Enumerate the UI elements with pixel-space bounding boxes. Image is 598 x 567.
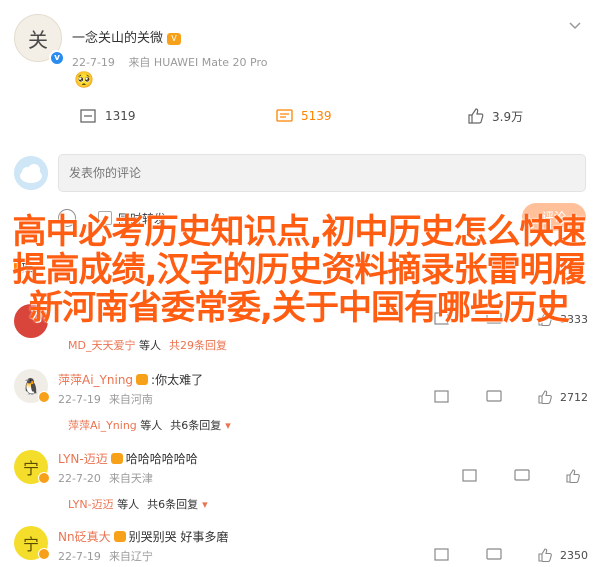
expand-arrow-icon[interactable]: ▾ [202, 498, 208, 511]
vip-icon: V [167, 33, 182, 45]
reply-icon[interactable] [514, 469, 530, 483]
comment-author[interactable]: LYN-迈迈 [58, 452, 108, 466]
reply-author[interactable]: MD_天天爱宁 [68, 339, 135, 352]
comment-reply-preview[interactable]: LYN-迈迈 等人 共6条回复 ▾ [68, 496, 208, 512]
comment-author-line: LYN-迈迈 哈哈哈哈哈哈 [58, 450, 198, 467]
comment-meta: 22-7-19 来自辽宁 [58, 548, 161, 564]
post-action-bar: 1319 5139 3.9万 [0, 104, 598, 132]
like-button[interactable]: 3.9万 [467, 104, 523, 128]
reply-icon[interactable] [486, 390, 502, 404]
reply-author[interactable]: LYN-迈迈 [68, 498, 114, 511]
vip-badge-icon [38, 548, 50, 560]
repost-count: 1319 [105, 109, 136, 123]
post-meta: 22-7-19 来自 HUAWEI Mate 20 Pro [72, 54, 278, 70]
like-count: 3.9万 [492, 109, 524, 124]
share-icon[interactable] [462, 469, 478, 483]
vip-icon [136, 374, 149, 385]
thumbs-up-icon[interactable] [566, 469, 582, 483]
comment-actions [426, 469, 588, 483]
repost-button[interactable]: 1319 [80, 104, 136, 128]
comment-reply-preview[interactable]: MD_天天爱宁 等人 共29条回复 [68, 337, 227, 353]
repost-icon [80, 108, 96, 123]
my-avatar [14, 156, 48, 190]
chevron-down-icon[interactable] [568, 18, 582, 32]
comment-author[interactable]: Nn砭真大 [58, 530, 111, 544]
reply-icon[interactable] [486, 548, 502, 562]
reply-suffix: 等人 [140, 419, 163, 432]
comment-text: :你太难了 [151, 373, 204, 387]
reply-suffix: 等人 [117, 498, 140, 511]
comment-icon [276, 108, 293, 122]
vip-badge-icon [38, 472, 50, 484]
post-source: 来自 HUAWEI Mate 20 Pro [128, 56, 268, 69]
comment-location: 来自天津 [108, 472, 153, 485]
author-name[interactable]: 一念关山的关微 V [72, 27, 182, 46]
expand-arrow-icon[interactable]: ▾ [225, 419, 231, 432]
comment-input[interactable] [58, 154, 586, 192]
comment-actions: 2350 [398, 548, 588, 562]
comment-reply-preview[interactable]: 萍萍Ai_Yning 等人 共6条回复 ▾ [68, 417, 231, 433]
vip-icon [110, 453, 123, 464]
author-name-text[interactable]: 一念关山的关微 [72, 31, 163, 46]
vip-icon [113, 531, 126, 542]
comment-actions: 2712 [398, 390, 588, 404]
comment-meta: 22-7-20 来自天津 [58, 470, 161, 486]
share-icon[interactable] [434, 390, 450, 404]
vip-badge-icon [38, 391, 50, 403]
reply-author[interactable]: 萍萍Ai_Yning [68, 419, 137, 432]
comment-meta: 22-7-19 来自河南 [58, 391, 161, 407]
comment-location: 来自河南 [108, 393, 153, 406]
comment-text: 别哭别哭 好事多磨 [128, 530, 229, 544]
reply-suffix: 等人 [138, 339, 161, 352]
comment-location: 来自辽宁 [108, 550, 153, 563]
comment-like-count: 2350 [560, 548, 588, 562]
comment-text: 哈哈哈哈哈哈 [125, 452, 198, 466]
cloud-avatar-icon [14, 156, 48, 190]
comment-input-row [0, 150, 598, 195]
reply-more-link[interactable]: 共6条回复 [170, 419, 221, 432]
comment-like-count: 2712 [560, 390, 588, 404]
comment-time: 22-7-19 [58, 550, 101, 563]
comment-author[interactable]: 萍萍Ai_Yning [58, 373, 133, 387]
thumbs-up-icon[interactable] [538, 390, 554, 404]
comment-item: 宁 Nn砭真大 别哭别哭 好事多磨 22-7-19 来自辽宁 2350 [0, 524, 598, 567]
comment-count: 5139 [301, 109, 332, 123]
post-content: 🥺 [74, 70, 94, 89]
overlay-title: 高中必考历史知识点,初中历史怎么快速提高成绩,汉字的历史资料摘录张雷明履新河南省… [12, 212, 587, 328]
comment-author-line: 萍萍Ai_Yning :你太难了 [58, 371, 203, 388]
post-header: 关 v 一念关山的关微 V 22-7-19 来自 HUAWEI Mate 20 P… [14, 14, 584, 74]
post-time: 22-7-19 [72, 56, 115, 69]
share-icon[interactable] [434, 548, 450, 562]
verified-icon: v [49, 50, 65, 66]
thumbs-up-icon[interactable] [538, 548, 554, 562]
thumbs-up-icon [468, 108, 484, 124]
comment-button[interactable]: 5139 [276, 104, 332, 128]
comment-author-line: Nn砭真大 别哭别哭 好事多磨 [58, 528, 228, 545]
comment-time: 22-7-19 [58, 393, 101, 406]
reply-more-link[interactable]: 共6条回复 [147, 498, 198, 511]
comment-time: 22-7-20 [58, 472, 101, 485]
reply-more-link[interactable]: 共29条回复 [169, 339, 227, 352]
